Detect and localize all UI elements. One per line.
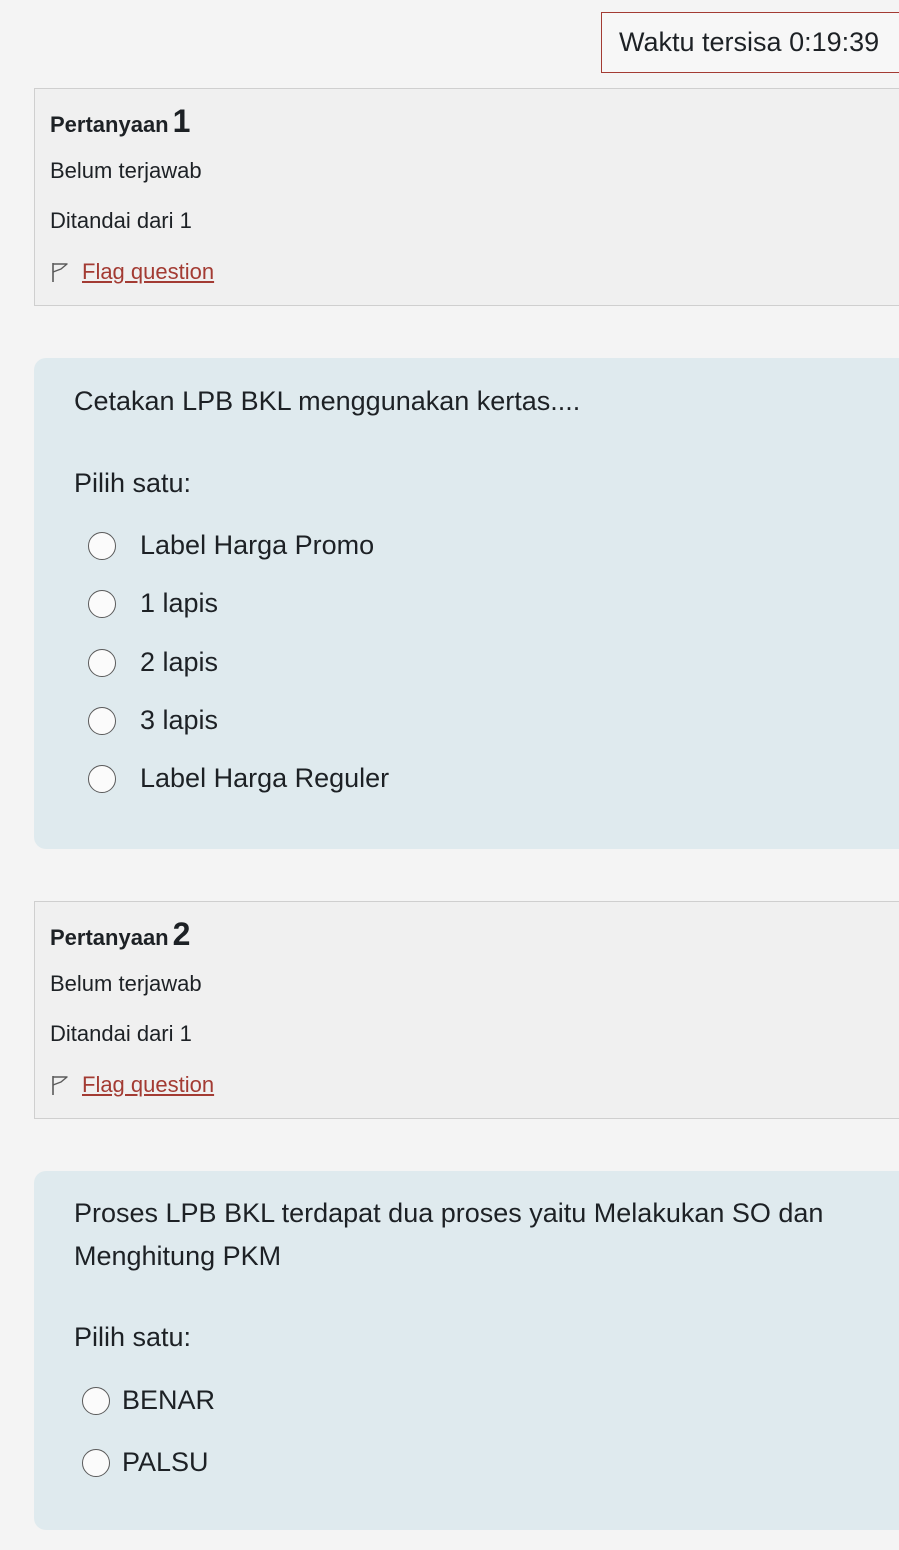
question-2-grade: Ditandai dari 1: [50, 1021, 192, 1046]
question-1-option-2[interactable]: 1 lapis: [88, 588, 218, 619]
flag-question-label: Flag question: [82, 259, 215, 284]
flag-question-label: Flag question: [82, 1072, 215, 1097]
option-label: 1 lapis: [140, 588, 219, 618]
question-2-info: Pertanyaan 2 Belum terjawab Ditandai dari…: [34, 901, 899, 1119]
question-2-prompt: Pilih satu:: [74, 1322, 192, 1352]
question-1-title: Pertanyaan 1: [50, 103, 190, 140]
radio-button[interactable]: [88, 531, 116, 560]
question-label: Pertanyaan: [50, 112, 169, 137]
question-number: 1: [172, 103, 191, 139]
question-1-option-5[interactable]: Label Harga Reguler: [88, 763, 389, 794]
option-label: 3 lapis: [140, 705, 219, 735]
question-1-option-3[interactable]: 2 lapis: [88, 647, 218, 678]
question-1-prompt: Pilih satu:: [74, 468, 192, 498]
question-2-option-2[interactable]: PALSU: [82, 1447, 209, 1478]
question-1-flag-link[interactable]: Flag question: [50, 259, 214, 285]
question-1-state: Belum terjawab: [50, 158, 202, 183]
time-remaining-box: Waktu tersisa 0:19:39: [601, 12, 899, 73]
question-number: 2: [172, 916, 191, 952]
question-1-option-4[interactable]: 3 lapis: [88, 705, 218, 736]
question-1-option-1[interactable]: Label Harga Promo: [88, 530, 374, 561]
radio-button[interactable]: [82, 1386, 110, 1415]
radio-button[interactable]: [82, 1448, 110, 1477]
question-2-content: Proses LPB BKL terdapat dua proses yaitu…: [34, 1171, 899, 1530]
question-2-text: Proses LPB BKL terdapat dua proses yaitu…: [74, 1198, 824, 1271]
radio-button[interactable]: [88, 648, 116, 677]
radio-button[interactable]: [88, 764, 116, 793]
option-label: PALSU: [122, 1447, 209, 1477]
option-label: Label Harga Reguler: [140, 763, 390, 793]
flag-icon: [52, 1076, 68, 1095]
time-remaining-label: Waktu tersisa: [619, 27, 782, 57]
time-remaining-value: 0:19:39: [789, 27, 880, 57]
question-2-option-1[interactable]: BENAR: [82, 1385, 215, 1416]
radio-button[interactable]: [88, 706, 116, 735]
question-1-grade: Ditandai dari 1: [50, 208, 192, 233]
option-label: BENAR: [122, 1385, 216, 1415]
question-label: Pertanyaan: [50, 925, 169, 950]
option-label: 2 lapis: [140, 647, 219, 677]
question-1-content: Cetakan LPB BKL menggunakan kertas.... P…: [34, 358, 899, 849]
flag-icon: [52, 263, 68, 282]
question-1-text: Cetakan LPB BKL menggunakan kertas....: [74, 386, 581, 416]
question-1-info: Pertanyaan 1 Belum terjawab Ditandai dari…: [34, 88, 899, 306]
question-2-title: Pertanyaan 2: [50, 916, 190, 953]
option-label: Label Harga Promo: [140, 530, 375, 560]
question-2-state: Belum terjawab: [50, 971, 202, 996]
question-2-flag-link[interactable]: Flag question: [50, 1072, 214, 1098]
radio-button[interactable]: [88, 589, 116, 618]
